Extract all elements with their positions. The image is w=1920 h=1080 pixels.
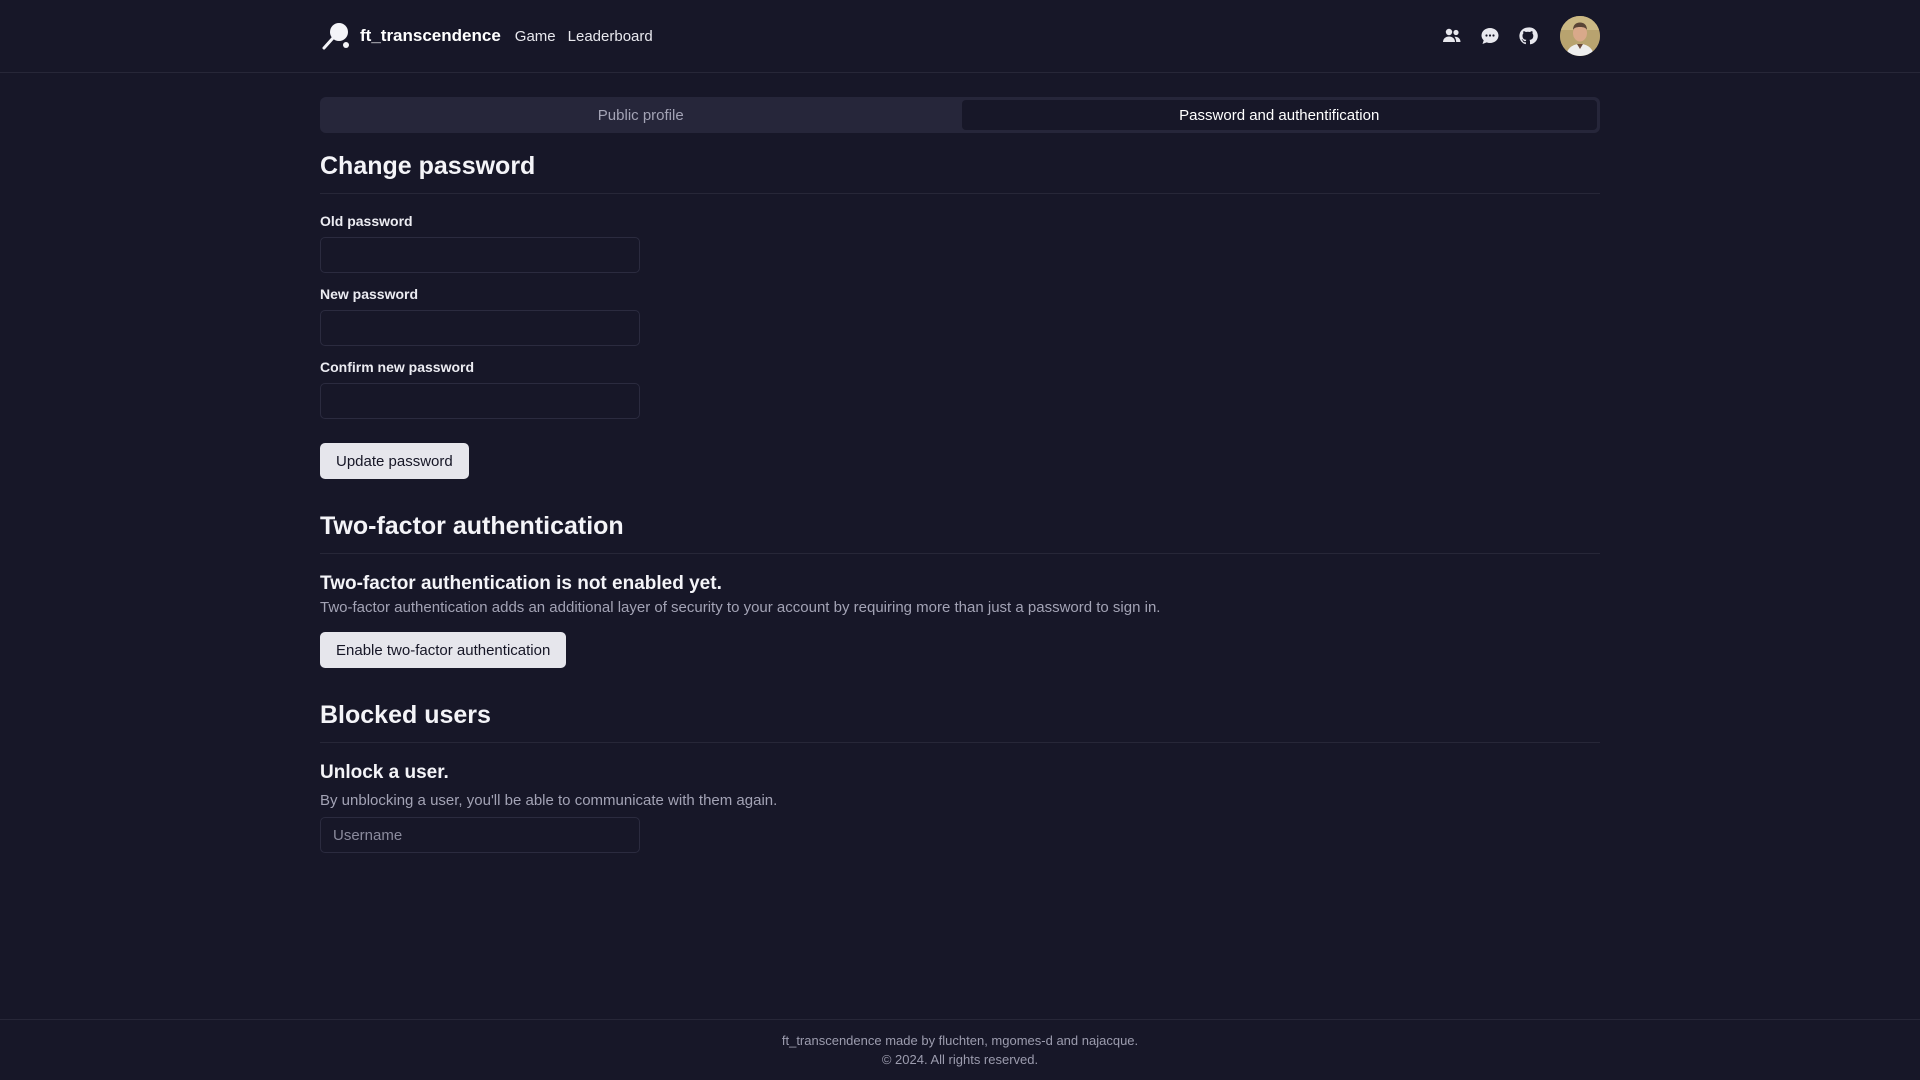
friends-icon[interactable] [1440,24,1464,48]
brand-name: ft_transcendence [360,26,501,45]
old-password-input[interactable] [320,237,640,273]
settings-tabs: Public profile Password and authentifica… [320,97,1600,133]
new-password-input[interactable] [320,310,640,346]
two-factor-description: Two-factor authentication adds an additi… [320,599,1161,616]
unblock-username-input[interactable] [320,817,640,853]
unlock-user-description: By unblocking a user, you'll be able to … [320,792,778,809]
new-password-label: New password [320,286,419,302]
confirm-password-label: Confirm new password [320,359,475,375]
two-factor-status: Two-factor authentication is not enabled… [320,573,722,594]
nav-link-leaderboard[interactable]: Leaderboard [568,28,653,45]
change-password-section: Change password Old password New passwor… [320,152,1600,479]
chat-icon[interactable] [1478,24,1502,48]
ping-pong-paddle-icon [320,20,352,52]
footer-copyright: © 2024. All rights reserved. [881,1052,1039,1067]
two-factor-title: Two-factor authentication [320,512,1600,554]
enable-two-factor-button[interactable]: Enable two-factor authentication [320,632,567,668]
tab-public-profile[interactable]: Public profile [323,100,959,130]
footer-credits: ft_transcendence made by fluchten, mgome… [781,1033,1139,1048]
old-password-label: Old password [320,213,413,229]
nav-link-game[interactable]: Game [515,28,556,45]
change-password-title: Change password [320,152,1600,194]
navbar-container: ft_transcendence Game Leaderboard [320,0,1600,72]
confirm-password-group: Confirm new password [320,359,1600,419]
update-password-button[interactable]: Update password [320,443,469,479]
footer: ft_transcendence made by fluchten, mgome… [0,1019,1920,1080]
unlock-user-subtitle: Unlock a user. [320,762,449,783]
confirm-password-input[interactable] [320,383,640,419]
brand[interactable]: ft_transcendence [320,20,515,52]
blocked-users-title: Blocked users [320,701,1600,743]
top-navbar: ft_transcendence Game Leaderboard [0,0,1920,73]
new-password-group: New password [320,286,1600,346]
two-factor-section: Two-factor authentication Two-factor aut… [320,512,1600,668]
blocked-users-section: Blocked users Unlock a user. By unblocki… [320,701,1600,853]
github-icon[interactable] [1516,24,1540,48]
user-avatar[interactable] [1560,16,1600,56]
settings-content: Public profile Password and authentifica… [320,97,1600,853]
tab-password-authentification[interactable]: Password and authentification [961,100,1597,130]
navbar-actions [1440,16,1600,56]
old-password-group: Old password [320,213,1600,273]
